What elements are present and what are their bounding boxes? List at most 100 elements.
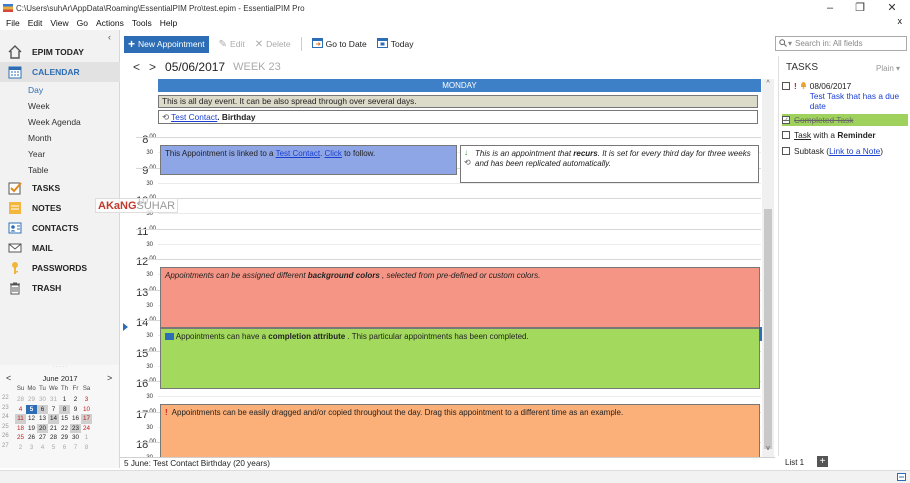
add-list-button[interactable]: + bbox=[817, 456, 828, 467]
minical-day[interactable]: 31 bbox=[48, 395, 59, 405]
minical-day[interactable]: 1 bbox=[81, 433, 92, 443]
minical-day-selected[interactable]: 5 bbox=[26, 404, 37, 414]
view-week-agenda[interactable]: Week Agenda bbox=[28, 117, 81, 127]
minical-day[interactable]: 16 bbox=[70, 414, 81, 424]
search-input[interactable]: ▾ Search in: All fields bbox=[775, 36, 907, 51]
minical-month-label[interactable]: June 2017 bbox=[0, 374, 120, 384]
minical-day[interactable]: 23 bbox=[70, 423, 81, 433]
view-year[interactable]: Year bbox=[28, 149, 45, 159]
minical-day[interactable]: 11 bbox=[15, 414, 26, 424]
minical-day[interactable]: 3 bbox=[81, 395, 92, 405]
minical-day[interactable]: 19 bbox=[26, 424, 37, 434]
search-dropdown-icon[interactable]: ▾ bbox=[788, 39, 792, 48]
menu-tools[interactable]: Tools bbox=[132, 18, 152, 28]
minical-day[interactable]: 15 bbox=[59, 414, 70, 424]
task-checkbox-checked[interactable]: ✓ bbox=[782, 116, 790, 124]
minical-day[interactable]: 4 bbox=[37, 443, 48, 453]
minical-day[interactable]: 7 bbox=[70, 443, 81, 453]
scroll-thumb[interactable] bbox=[764, 209, 772, 449]
nav-tasks[interactable]: TASKS bbox=[0, 178, 120, 198]
new-appointment-button[interactable]: + New Appointment bbox=[124, 35, 209, 53]
appt-click-link[interactable]: Click bbox=[325, 149, 342, 158]
minical-day[interactable]: 28 bbox=[48, 433, 59, 443]
menu-edit[interactable]: Edit bbox=[28, 18, 43, 28]
today-button[interactable]: Today bbox=[376, 37, 413, 51]
minical-day[interactable]: 3 bbox=[26, 443, 37, 453]
minical-day[interactable]: 2 bbox=[70, 395, 81, 405]
calendar-scrollbar[interactable]: ^ v bbox=[762, 79, 774, 457]
minical-day[interactable]: 27 bbox=[37, 433, 48, 443]
minical-day[interactable]: 6 bbox=[59, 443, 70, 453]
minical-next-month-button[interactable]: > bbox=[107, 373, 112, 383]
minical-day[interactable]: 21 bbox=[48, 424, 59, 434]
appt-contact-link[interactable]: Test Contact bbox=[276, 149, 320, 158]
recurring-appointment[interactable]: ↓ ⟲ This is an appointment that recurs. … bbox=[460, 145, 759, 183]
view-week[interactable]: Week bbox=[28, 101, 50, 111]
tasks-view-dropdown[interactable]: Plain ▾ bbox=[876, 64, 900, 73]
collapse-nav-icon[interactable]: ‹ bbox=[108, 32, 111, 42]
task-item-completed[interactable]: ✓ Completed Task bbox=[782, 114, 908, 126]
colored-appointment[interactable]: Appointments can be assigned different b… bbox=[160, 267, 760, 328]
menu-actions[interactable]: Actions bbox=[96, 18, 124, 28]
minical-day[interactable]: 8 bbox=[81, 443, 92, 453]
task-list-tab[interactable]: List 1 bbox=[785, 458, 804, 467]
view-table[interactable]: Table bbox=[28, 165, 48, 175]
minical-day[interactable]: 24 bbox=[81, 424, 92, 434]
menu-view[interactable]: View bbox=[50, 18, 68, 28]
minical-day[interactable]: 13 bbox=[37, 414, 48, 424]
nav-contacts[interactable]: CONTACTS bbox=[0, 218, 120, 238]
delete-button[interactable]: ✕ Delete bbox=[255, 39, 291, 50]
minical-day[interactable]: 4 bbox=[15, 405, 26, 415]
view-month[interactable]: Month bbox=[28, 133, 52, 143]
nav-calendar[interactable]: CALENDAR bbox=[0, 62, 120, 82]
minical-day[interactable]: 5 bbox=[48, 443, 59, 453]
minical-day[interactable]: 30 bbox=[37, 395, 48, 405]
splitter-grip[interactable]: · · · · · bbox=[0, 364, 120, 370]
menu-go[interactable]: Go bbox=[77, 18, 88, 28]
close-button[interactable]: ✕ bbox=[878, 0, 906, 16]
draggable-appointment[interactable]: ! Appointments can be easily dragged and/… bbox=[160, 404, 760, 457]
minimize-button[interactable]: – bbox=[816, 0, 844, 16]
minical-day[interactable]: 14 bbox=[48, 414, 59, 424]
minical-day[interactable]: 6 bbox=[37, 404, 48, 414]
maximize-button[interactable]: ❐ bbox=[846, 0, 874, 16]
menu-file[interactable]: File bbox=[6, 18, 20, 28]
minical-day[interactable]: 8 bbox=[59, 404, 70, 414]
minical-day[interactable]: 1 bbox=[59, 395, 70, 405]
menu-help[interactable]: Help bbox=[160, 18, 177, 28]
next-day-button[interactable]: > bbox=[149, 60, 156, 74]
nav-epim-today[interactable]: EPIM TODAY bbox=[0, 42, 120, 62]
minical-day[interactable]: 22 bbox=[59, 424, 70, 434]
previous-day-button[interactable]: < bbox=[133, 60, 140, 74]
minical-day[interactable]: 2 bbox=[15, 443, 26, 453]
task-checkbox[interactable] bbox=[782, 147, 790, 155]
minical-day[interactable]: 18 bbox=[15, 424, 26, 434]
minical-day[interactable]: 25 bbox=[15, 433, 26, 443]
minical-day[interactable]: 17 bbox=[81, 414, 92, 424]
scroll-up-icon[interactable]: ^ bbox=[762, 80, 774, 87]
minical-day[interactable]: 7 bbox=[48, 405, 59, 415]
task-item-due-date[interactable]: ! 08/06/2017 Test Task that has a due da… bbox=[782, 81, 908, 111]
task-note-link[interactable]: Link to a Note bbox=[829, 146, 880, 156]
task-link[interactable]: Task bbox=[794, 130, 811, 140]
menu-close-icon[interactable]: x bbox=[898, 16, 903, 26]
task-item-reminder[interactable]: Task with a Reminder bbox=[782, 130, 908, 140]
task-checkbox[interactable] bbox=[782, 131, 790, 139]
minical-day[interactable]: 9 bbox=[70, 405, 81, 415]
nav-mail[interactable]: MAIL bbox=[0, 238, 120, 258]
nav-trash[interactable]: TRASH bbox=[0, 278, 120, 298]
edit-button[interactable]: ✎ Edit bbox=[219, 39, 245, 50]
minical-day[interactable]: 29 bbox=[59, 433, 70, 443]
minical-day[interactable]: 26 bbox=[26, 433, 37, 443]
go-to-date-button[interactable]: Go to Date bbox=[311, 37, 367, 51]
minical-day[interactable]: 28 bbox=[15, 395, 26, 405]
view-day[interactable]: Day bbox=[28, 85, 43, 95]
all-day-event[interactable]: This is all day event. It can be also sp… bbox=[158, 95, 758, 108]
nav-passwords[interactable]: PASSWORDS bbox=[0, 258, 120, 278]
task-checkbox[interactable] bbox=[782, 82, 790, 90]
minical-day[interactable]: 12 bbox=[26, 414, 37, 424]
birthday-event[interactable]: ⟲ Test Contact. Birthday bbox=[158, 110, 758, 124]
task-item-subtask[interactable]: Subtask (Link to a Note) bbox=[782, 146, 908, 156]
minical-day[interactable]: 10 bbox=[81, 405, 92, 415]
minical-day[interactable]: 20 bbox=[37, 423, 48, 433]
